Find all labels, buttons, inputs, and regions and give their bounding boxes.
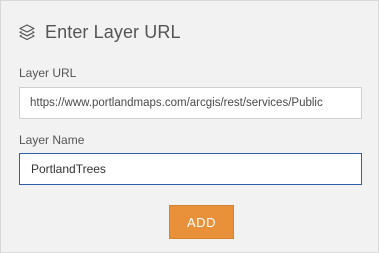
- layer-url-input[interactable]: [19, 87, 362, 119]
- layers-icon: [18, 23, 36, 41]
- add-button[interactable]: ADD: [169, 205, 234, 239]
- layer-url-label: Layer URL: [19, 66, 77, 80]
- layer-name-input[interactable]: [19, 153, 362, 185]
- layer-name-label: Layer Name: [19, 133, 85, 147]
- panel-header: Enter Layer URL: [18, 19, 181, 45]
- panel-title: Enter Layer URL: [45, 21, 181, 42]
- enter-layer-url-panel: Enter Layer URL Layer URL Layer Name ADD: [0, 0, 379, 253]
